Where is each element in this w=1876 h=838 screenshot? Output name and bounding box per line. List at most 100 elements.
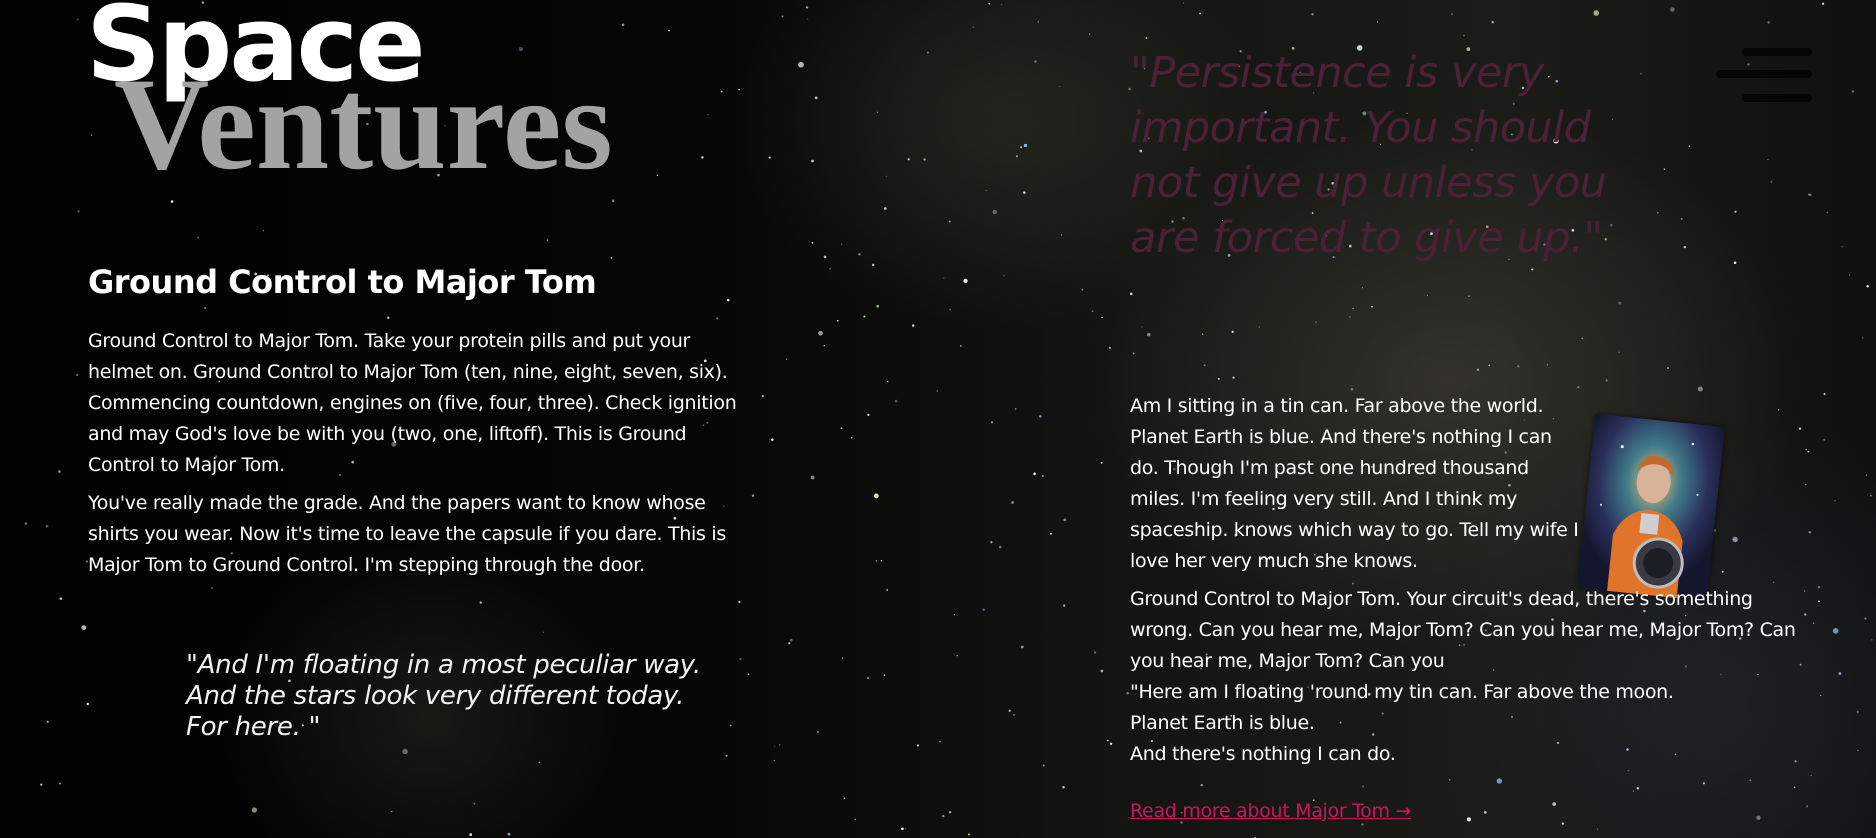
star [1145,36,1148,40]
intro-paragraph: Ground Control to Major Tom. Take your p… [88,330,737,476]
star [1001,3,1003,6]
star [59,597,63,600]
star [507,832,511,836]
star [883,674,886,676]
lyric-paragraph-2: Ground Control to Major Tom. Your circui… [1130,584,1800,770]
star [1865,474,1867,476]
star [1756,815,1761,820]
star [761,394,765,398]
star [863,315,866,318]
brand-logo[interactable]: Space Ventures [86,0,706,192]
star [990,421,994,424]
star [1129,292,1133,296]
star [170,200,174,203]
star [876,111,879,114]
star [1581,337,1584,340]
hamburger-menu-icon[interactable] [1716,44,1812,106]
star [1596,828,1598,830]
star [1109,742,1113,745]
star [926,51,929,54]
star [1851,90,1855,93]
star [1864,617,1867,620]
star [86,702,90,706]
star [1311,13,1314,16]
menu-line-top [1742,48,1812,56]
star [810,475,815,480]
brand-logo-line2: Ventures [114,50,613,197]
star [1132,352,1135,355]
star [1822,2,1825,5]
star [842,657,844,659]
star [1088,33,1091,35]
star [1770,180,1773,183]
star [1605,379,1608,382]
star [805,6,809,9]
star [1012,713,1015,716]
star [850,437,853,439]
page: Space Ventures Ground Control to Major T… [0,0,1876,838]
star [1361,287,1363,289]
star [1037,21,1040,23]
star [1618,301,1622,305]
star [81,625,87,631]
star [880,559,883,562]
star [1023,191,1026,194]
star [1062,786,1065,789]
star [875,560,877,562]
star [1106,739,1109,742]
star [867,413,870,417]
star [1100,669,1104,673]
star [1733,261,1737,265]
star [1812,622,1815,625]
star [58,782,61,785]
lyric-paragraph-2-line1: Ground Control to Major Tom. Your circui… [1130,588,1796,672]
lyric-paragraph-1: Am I sitting in a tin can. Far above the… [1130,395,1579,572]
star [1546,364,1549,366]
star [251,807,258,813]
star [814,96,818,100]
star [1003,274,1005,277]
star [1101,316,1103,319]
star [1468,295,1470,297]
star [942,814,945,818]
star [1352,307,1354,309]
star [988,2,991,5]
star [1809,193,1812,197]
star [1488,364,1490,367]
star [1093,651,1097,654]
star [871,263,875,267]
star [807,18,809,20]
star [886,589,889,591]
star [901,827,904,831]
star [1857,749,1859,752]
star [1126,691,1129,695]
star [1834,500,1836,502]
lyric-paragraph-2-line2: "Here am I floating 'round my tin can. F… [1130,681,1674,703]
star [24,522,28,525]
star [1349,316,1351,318]
star [197,236,200,239]
star [473,802,476,805]
star [1552,802,1556,806]
section-heading: Ground Control to Major Tom [88,263,597,301]
star [1049,532,1053,535]
left-column: Ground Control to Major Tom Ground Contr… [88,258,758,581]
star [1091,310,1094,313]
star [75,373,79,377]
star [963,278,968,284]
lyric-quote: "And I'm floating in a most peculiar way… [186,650,701,742]
star [798,61,804,68]
star [1561,822,1564,825]
star [1683,245,1686,249]
star [1060,234,1062,236]
star [1466,817,1471,822]
star [1463,35,1465,37]
star [1362,785,1365,788]
star [1517,365,1520,368]
star [707,114,709,116]
star [1033,472,1036,476]
star [990,541,993,544]
star [1810,774,1812,777]
read-more-link[interactable]: Read more about Major Tom → [1130,796,1411,827]
star [1805,483,1807,486]
